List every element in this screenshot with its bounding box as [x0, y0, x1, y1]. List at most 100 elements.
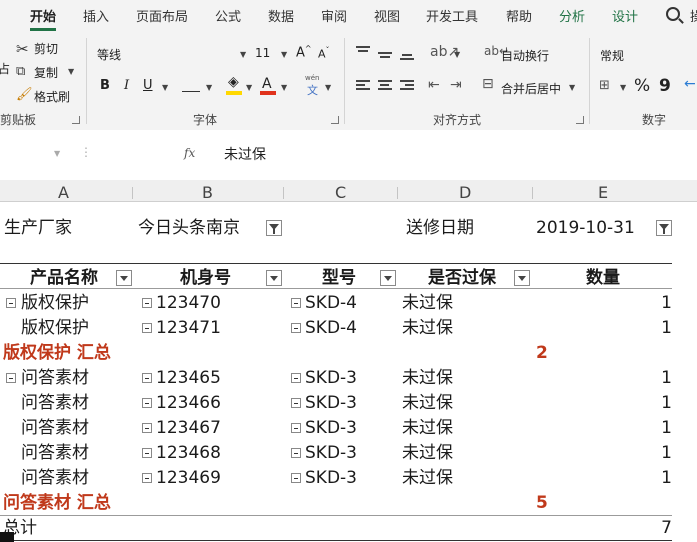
border-icon[interactable] — [182, 78, 200, 92]
copy-icon[interactable]: ⧉ — [16, 63, 25, 81]
tab-help[interactable]: 帮助 — [506, 6, 532, 25]
model-filter-dropdown-icon[interactable] — [380, 270, 396, 286]
name-box-dropdown-icon[interactable]: ▼ — [54, 149, 60, 158]
column-header-a[interactable]: A — [58, 183, 69, 202]
collapse-icon[interactable] — [142, 423, 152, 433]
decrease-indent-icon[interactable]: ⇤ — [428, 77, 440, 93]
paste-partial-label[interactable]: 占 — [0, 60, 10, 77]
merge-center-button[interactable]: 合并后居中 — [501, 80, 561, 97]
table-row-warranty[interactable]: 未过保 — [402, 393, 453, 413]
table-row-product[interactable]: 问答素材 — [21, 443, 89, 463]
collapse-icon[interactable] — [291, 473, 301, 483]
table-row-serial[interactable]: 123471 — [156, 318, 221, 338]
increase-font-icon[interactable]: A^ — [296, 44, 312, 60]
merge-center-icon[interactable]: ⊟ — [482, 76, 494, 92]
fill-color-icon[interactable]: ◈ — [228, 74, 239, 90]
table-row-product[interactable]: 问答素材 — [21, 468, 89, 488]
scissors-icon[interactable]: ✂ — [16, 40, 29, 58]
table-row-product[interactable]: 问答素材 — [21, 393, 89, 413]
table-row-serial[interactable]: 123470 — [156, 293, 221, 313]
column-header-b[interactable]: B — [202, 183, 213, 202]
bold-button[interactable]: B — [100, 78, 110, 93]
collapse-icon[interactable] — [291, 298, 301, 308]
serial-filter-dropdown-icon[interactable] — [266, 270, 282, 286]
collapse-icon[interactable] — [291, 323, 301, 333]
font-name-box[interactable]: 等线 — [97, 46, 121, 63]
table-row-model[interactable]: SKD-4 — [305, 293, 357, 313]
table-row-quantity[interactable]: 1 — [640, 393, 672, 413]
table-row-quantity[interactable]: 1 — [640, 368, 672, 388]
table-row-model[interactable]: SKD-3 — [305, 443, 357, 463]
tab-data[interactable]: 数据 — [268, 6, 294, 25]
table-row-model[interactable]: SKD-3 — [305, 393, 357, 413]
font-size-dropdown-icon[interactable]: ▼ — [281, 50, 287, 59]
phonetic-icon[interactable]: wén — [305, 74, 319, 82]
table-row-product[interactable]: 版权保护 — [21, 318, 89, 338]
table-row-model[interactable]: SKD-3 — [305, 468, 357, 488]
collapse-icon[interactable] — [6, 373, 16, 383]
merge-dropdown-icon[interactable]: ▼ — [569, 83, 575, 92]
table-row-quantity[interactable]: 1 — [640, 468, 672, 488]
alignment-launcher-icon[interactable] — [576, 116, 584, 124]
percent-button[interactable]: % — [634, 76, 650, 96]
subtotal-label[interactable]: 版权保护 汇总 — [3, 343, 111, 363]
collapse-icon[interactable] — [142, 398, 152, 408]
tab-review[interactable]: 审阅 — [321, 6, 347, 25]
table-row-warranty[interactable]: 未过保 — [402, 368, 453, 388]
clipboard-launcher-icon[interactable] — [72, 116, 80, 124]
table-row-model[interactable]: SKD-3 — [305, 418, 357, 438]
table-row-warranty[interactable]: 未过保 — [402, 418, 453, 438]
underline-dropdown-icon[interactable]: ▼ — [162, 83, 168, 92]
collapse-icon[interactable] — [291, 373, 301, 383]
italic-button[interactable]: I — [124, 78, 129, 93]
number-format-box[interactable]: 常规 — [600, 47, 624, 64]
header-product-name[interactable]: 产品名称 — [30, 268, 98, 288]
collapse-icon[interactable] — [142, 473, 152, 483]
tab-design[interactable]: 设计 — [612, 6, 638, 25]
cut-button[interactable]: 剪切 — [34, 40, 58, 57]
align-center-icon[interactable] — [378, 80, 392, 92]
subtotal-label[interactable]: 问答素材 汇总 — [3, 493, 111, 513]
header-model[interactable]: 型号 — [322, 268, 356, 288]
tab-analyze[interactable]: 分析 — [559, 6, 585, 25]
accounting-dropdown-icon[interactable]: ▼ — [620, 83, 626, 92]
filter1-value[interactable]: 今日头条南京 — [138, 218, 240, 238]
align-middle-icon[interactable] — [378, 48, 392, 60]
search-icon[interactable] — [666, 7, 680, 21]
header-serial[interactable]: 机身号 — [180, 268, 231, 288]
column-divider[interactable] — [283, 187, 284, 199]
table-row-warranty[interactable]: 未过保 — [402, 468, 453, 488]
align-top-icon[interactable] — [356, 46, 370, 58]
collapse-icon[interactable] — [291, 448, 301, 458]
tab-formulas[interactable]: 公式 — [215, 6, 241, 25]
subtotal-value[interactable]: 5 — [536, 493, 548, 513]
column-divider[interactable] — [397, 187, 398, 199]
filter1-label[interactable]: 生产厂家 — [4, 218, 72, 238]
increase-indent-icon[interactable]: ⇥ — [450, 77, 462, 93]
copy-dropdown-icon[interactable]: ▼ — [68, 67, 74, 76]
font-name-dropdown-icon[interactable]: ▼ — [240, 50, 246, 59]
orientation-dropdown-icon[interactable]: ▼ — [454, 50, 460, 59]
formula-bar-input[interactable]: 未过保 — [224, 144, 266, 164]
increase-decimal-icon[interactable]: ← — [684, 76, 696, 92]
tab-home[interactable]: 开始 — [30, 6, 57, 31]
table-row-quantity[interactable]: 1 — [640, 318, 672, 338]
table-row-product[interactable]: 问答素材 — [21, 418, 89, 438]
column-header-d[interactable]: D — [459, 183, 471, 202]
underline-button[interactable]: U — [143, 78, 153, 93]
table-row-model[interactable]: SKD-4 — [305, 318, 357, 338]
filter2-funnel-icon[interactable] — [656, 220, 672, 236]
fx-button[interactable]: fx — [184, 146, 195, 160]
table-row-model[interactable]: SKD-3 — [305, 368, 357, 388]
table-row-serial[interactable]: 123469 — [156, 468, 221, 488]
column-header-c[interactable]: C — [335, 183, 346, 202]
column-header-e[interactable]: E — [598, 183, 608, 202]
tab-page-layout[interactable]: 页面布局 — [136, 6, 188, 25]
table-row-serial[interactable]: 123467 — [156, 418, 221, 438]
table-row-serial[interactable]: 123466 — [156, 393, 221, 413]
table-row-quantity[interactable]: 1 — [640, 293, 672, 313]
table-row-warranty[interactable]: 未过保 — [402, 293, 453, 313]
table-row-product[interactable]: 问答素材 — [21, 368, 89, 388]
column-divider[interactable] — [132, 187, 133, 199]
table-row-serial[interactable]: 123468 — [156, 443, 221, 463]
